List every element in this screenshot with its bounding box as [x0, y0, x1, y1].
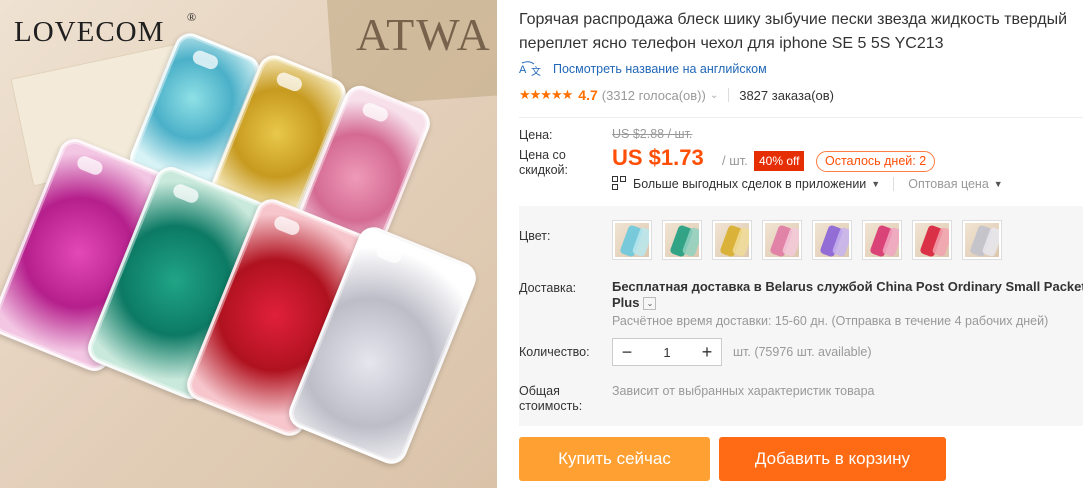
quantity-input[interactable]: 1 [641, 345, 693, 360]
total-cost-note: Зависит от выбранных характеристик товар… [612, 384, 875, 398]
caret-down-icon[interactable]: ▼ [871, 179, 880, 189]
orders-count: 3827 заказа(ов) [739, 87, 834, 103]
buy-now-button[interactable]: Купить сейчас [519, 437, 710, 481]
color-swatch-pink[interactable] [762, 220, 802, 260]
swatch-thumbnail [615, 223, 649, 257]
registered-mark: ® [187, 10, 197, 24]
swatch-thumbnail [965, 223, 999, 257]
translate-title-link[interactable]: A 文 Посмотреть название на английском [519, 61, 767, 78]
divider [519, 117, 1083, 118]
increase-quantity-button[interactable]: + [693, 339, 721, 365]
translate-icon: A 文 [519, 61, 543, 78]
discount-price-label: Цена со скидкой: [519, 148, 569, 177]
shipping-method-text: Бесплатная доставка в Belarus службой Ch… [612, 279, 1083, 310]
color-swatch-green[interactable] [662, 220, 702, 260]
swatch-thumbnail [865, 223, 899, 257]
wholesale-price-link[interactable]: Оптовая цена [908, 177, 989, 191]
color-swatch-purple[interactable] [812, 220, 852, 260]
color-swatch-rose[interactable] [862, 220, 902, 260]
color-swatch-gold[interactable] [712, 220, 752, 260]
quantity-stepper: − 1 + [612, 338, 722, 366]
rating-row: ★★★★★ 4.7 (3312 голоса(ов)) ⌄ 3827 заказ… [519, 86, 834, 104]
add-to-cart-button[interactable]: Добавить в корзину [719, 437, 946, 481]
app-deals-link[interactable]: Больше выгодных сделок в приложении [633, 177, 866, 191]
quantity-available: шт. (75976 шт. available) [733, 345, 872, 359]
swatch-thumbnail [665, 223, 699, 257]
swatch-thumbnail [815, 223, 849, 257]
product-info-panel: Горячая распродажа блеск шику зыбучие пе… [519, 0, 1083, 488]
decrease-quantity-button[interactable]: − [613, 339, 641, 365]
color-swatches [612, 220, 1012, 260]
app-deals-row: Больше выгодных сделок в приложении ▼ Оп… [612, 176, 1003, 191]
per-unit: / шт. [722, 153, 748, 168]
product-title: Горячая распродажа блеск шику зыбучие пе… [519, 11, 1068, 52]
shipping-label: Доставка: [519, 281, 577, 295]
price-label: Цена: [519, 128, 553, 142]
chevron-down-icon[interactable]: ⌄ [643, 297, 657, 311]
product-image[interactable]: ATWA LOVECOM ® [0, 0, 497, 488]
total-cost-label: Общая стоимость: [519, 384, 583, 413]
brand-logo: LOVECOM [14, 16, 165, 48]
discount-badge: 40% off [754, 151, 805, 171]
swatch-thumbnail [765, 223, 799, 257]
original-price: US $2.88 / шт. [612, 127, 693, 141]
shipping-estimate: Расчётное время доставки: 15-60 дн. (Отп… [612, 314, 1049, 328]
color-swatch-red[interactable] [912, 220, 952, 260]
color-label: Цвет: [519, 229, 551, 243]
chevron-down-icon[interactable]: ⌄ [710, 90, 718, 101]
shipping-method[interactable]: Бесплатная доставка в Belarus службой Ch… [612, 279, 1083, 311]
swatch-thumbnail [915, 223, 949, 257]
translate-link-text[interactable]: Посмотреть название на английском [553, 62, 767, 76]
divider [893, 176, 895, 191]
days-left-badge: Осталось дней: 2 [816, 151, 936, 172]
divider [728, 88, 730, 102]
discount-price: US $1.73 [612, 145, 704, 170]
rating-stars-icon: ★★★★★ [519, 87, 573, 102]
background-text: ATWA [356, 9, 492, 60]
qr-code-icon [612, 176, 627, 191]
svg-text:A: A [519, 64, 527, 76]
swatch-thumbnail [715, 223, 749, 257]
svg-text:文: 文 [531, 65, 541, 77]
color-swatch-silver[interactable] [962, 220, 1002, 260]
votes-count[interactable]: (3312 голоса(ов)) [602, 88, 706, 103]
caret-down-icon[interactable]: ▼ [994, 179, 1003, 189]
quantity-label: Количество: [519, 345, 590, 359]
rating-value: 4.7 [578, 87, 598, 103]
color-swatch-blue[interactable] [612, 220, 652, 260]
